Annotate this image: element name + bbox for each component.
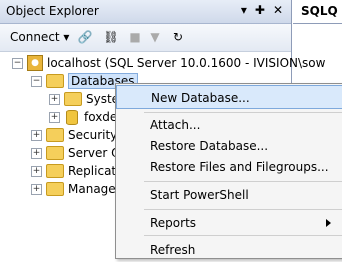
tree-node-management[interactable]: + Manager <box>31 180 121 198</box>
security-label: Security <box>68 128 118 142</box>
context-menu: New Database... Attach... Restore Databa… <box>115 83 342 259</box>
collapse-icon[interactable]: − <box>12 57 23 69</box>
menu-item-reports[interactable]: Reports <box>116 211 342 235</box>
server-label: localhost (SQL Server 10.0.1600 - IVISIO… <box>47 56 326 70</box>
tab-label: SQLQ <box>301 4 338 18</box>
menu-separator <box>144 181 342 182</box>
menu-separator <box>144 209 342 210</box>
server-icon: ● <box>27 55 43 71</box>
menu-item-restore-files[interactable]: Restore Files and Filegroups... <box>116 155 342 179</box>
tree-node-foxde[interactable]: + foxde <box>49 108 117 126</box>
expand-icon[interactable]: + <box>31 147 42 159</box>
tree-node-server[interactable]: − ● localhost (SQL Server 10.0.1600 - IV… <box>12 54 325 72</box>
submenu-arrow-icon <box>326 219 331 227</box>
menu-item-label: Attach... <box>150 118 201 132</box>
panel-titlebar: Object Explorer ▾ ✚ ✕ <box>0 0 291 24</box>
expand-icon[interactable]: + <box>31 165 42 177</box>
connect-button[interactable]: Connect ▾ <box>10 30 69 44</box>
menu-item-label: Reports <box>150 216 197 230</box>
tab-sql-query[interactable]: SQLQ <box>293 0 342 24</box>
menu-item-label: Restore Database... <box>150 139 269 153</box>
folder-icon <box>64 92 82 106</box>
management-label: Manager <box>68 182 121 196</box>
stop-icon[interactable]: ■ <box>127 29 143 45</box>
expand-icon[interactable]: + <box>49 111 60 123</box>
menu-item-label: New Database... <box>151 91 250 105</box>
folder-icon <box>46 146 64 160</box>
folder-icon <box>46 128 64 142</box>
folder-icon <box>46 74 64 88</box>
disconnect-icon[interactable]: ⛓ <box>103 29 119 45</box>
panel-toolbar: Connect ▾ 🔗 ⛓ ■ ▼ ↻ <box>0 24 291 52</box>
refresh-icon[interactable]: ↻ <box>170 29 186 45</box>
connect-object-icon[interactable]: 🔗 <box>77 29 93 45</box>
tree-node-server-objects[interactable]: + Server Ob <box>31 144 128 162</box>
expand-icon[interactable]: + <box>31 129 42 141</box>
database-icon <box>66 109 78 125</box>
foxde-label: foxde <box>84 110 118 124</box>
menu-item-label: Restore Files and Filegroups... <box>150 160 329 174</box>
folder-icon <box>46 182 64 196</box>
close-icon[interactable]: ✕ <box>273 3 283 17</box>
pin-icon[interactable]: ✚ <box>255 3 265 17</box>
menu-item-refresh[interactable]: Refresh <box>116 238 342 262</box>
menu-item-label: Start PowerShell <box>150 188 249 202</box>
tree-node-security[interactable]: + Security <box>31 126 117 144</box>
panel-title-icons: ▾ ✚ ✕ <box>241 3 283 17</box>
menu-separator <box>144 235 342 236</box>
expand-icon[interactable]: + <box>49 93 60 105</box>
tree-node-system-databases[interactable]: + Syste <box>49 90 119 108</box>
menu-item-label: Refresh <box>150 243 196 257</box>
filter-icon[interactable]: ▼ <box>147 29 163 45</box>
menu-item-new-database[interactable]: New Database... <box>116 85 342 109</box>
tree-node-replication[interactable]: + Replicatio <box>31 162 127 180</box>
dropdown-icon[interactable]: ▾ <box>241 3 247 17</box>
menu-item-start-powershell[interactable]: Start PowerShell <box>116 183 342 207</box>
expand-icon[interactable]: + <box>31 183 42 195</box>
folder-icon <box>46 164 64 178</box>
panel-title: Object Explorer <box>6 4 99 18</box>
collapse-icon[interactable]: − <box>31 75 42 87</box>
